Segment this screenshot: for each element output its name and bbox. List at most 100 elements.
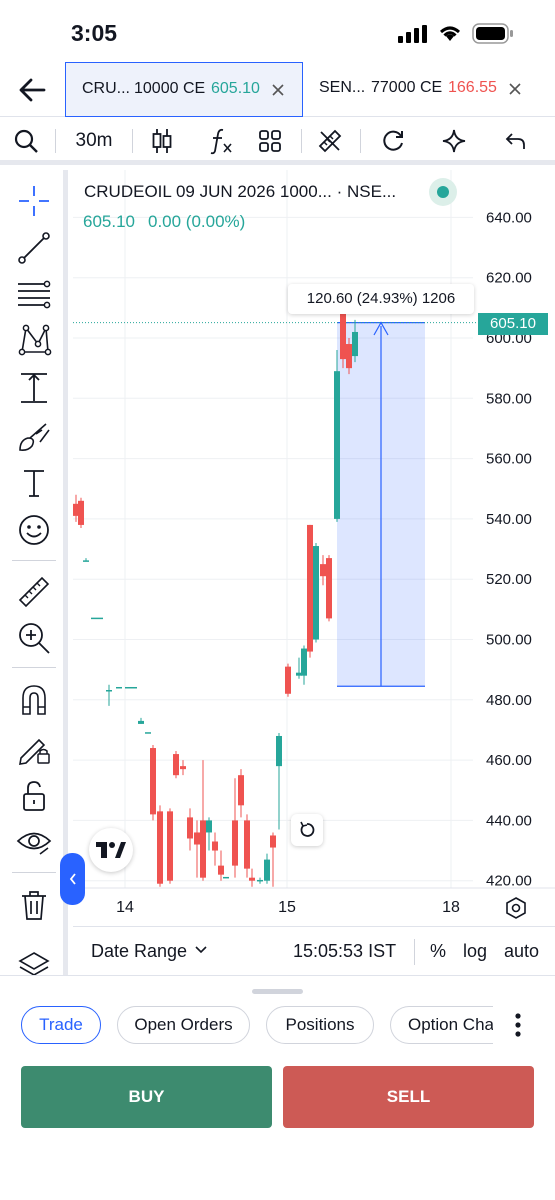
settings-icon[interactable] bbox=[504, 896, 528, 920]
chart-bottom-bar: Date Range 15:05:53 IST % log auto bbox=[73, 926, 555, 975]
text-icon[interactable] bbox=[16, 465, 52, 501]
candle-body bbox=[264, 859, 270, 881]
candle-body bbox=[244, 820, 250, 869]
market-open-dot bbox=[437, 186, 449, 198]
toolbar-divider bbox=[301, 129, 302, 153]
reset-chart-button[interactable] bbox=[291, 814, 323, 846]
tab-option-chain[interactable]: Option Cha bbox=[390, 1006, 493, 1044]
tab-sensex[interactable]: SEN... 77000 CE 166.55 bbox=[304, 62, 555, 117]
candle-body bbox=[232, 820, 238, 866]
sidebar-collapse-handle[interactable] bbox=[60, 853, 85, 905]
drawings-button[interactable] bbox=[312, 123, 348, 159]
layouts-button[interactable] bbox=[252, 123, 288, 159]
tab-symbol: SEN... bbox=[319, 79, 366, 96]
buy-button[interactable]: BUY bbox=[21, 1066, 272, 1128]
candle-body bbox=[249, 877, 255, 881]
status-bar: 3:05 bbox=[0, 0, 555, 62]
candle-body bbox=[157, 811, 163, 884]
toolbar-divider bbox=[132, 129, 133, 153]
drag-handle[interactable] bbox=[252, 989, 303, 994]
crosshair-icon[interactable] bbox=[16, 183, 52, 219]
candle-body bbox=[218, 865, 224, 875]
candle-body bbox=[180, 766, 186, 770]
percent-toggle[interactable]: % bbox=[430, 941, 446, 962]
price-axis-label: 460.00 bbox=[486, 752, 532, 769]
price-axis-label: 440.00 bbox=[486, 812, 532, 829]
tab-strike: 77000 CE bbox=[371, 79, 443, 96]
sell-button[interactable]: SELL bbox=[283, 1066, 534, 1128]
indicators-button[interactable] bbox=[203, 123, 239, 159]
candle-body bbox=[257, 879, 263, 882]
tab-positions[interactable]: Positions bbox=[266, 1006, 374, 1044]
ai-button[interactable] bbox=[436, 123, 472, 159]
toolbar-divider bbox=[360, 129, 361, 153]
candle-type-button[interactable] bbox=[144, 123, 180, 159]
interval-button[interactable]: 30m bbox=[66, 123, 122, 159]
price-change: 0.00 (0.00%) bbox=[148, 212, 246, 231]
market-status-indicator bbox=[429, 178, 457, 206]
replay-button[interactable] bbox=[375, 123, 411, 159]
trade-panel: Trade Open Orders Positions Option Cha B… bbox=[0, 975, 555, 1200]
unlock-icon[interactable] bbox=[16, 778, 52, 814]
last-price: 605.10 bbox=[83, 212, 135, 231]
auto-toggle[interactable]: auto bbox=[504, 941, 539, 962]
candle-body bbox=[223, 876, 229, 879]
trend-line-icon[interactable] bbox=[16, 230, 52, 266]
log-toggle[interactable]: log bbox=[463, 941, 487, 962]
candle-body bbox=[194, 832, 200, 845]
battery-icon bbox=[472, 23, 513, 44]
price-chart[interactable]: 640.00 620.00 600.00 580.00 560.00 540.00 520.… bbox=[73, 170, 555, 926]
candle-body bbox=[301, 648, 307, 676]
tab-trade[interactable]: Trade bbox=[21, 1006, 101, 1044]
undo-button[interactable] bbox=[497, 123, 533, 159]
tab-crudeoil[interactable]: CRU... 10000 CE 605.10 bbox=[65, 62, 303, 117]
candle-body bbox=[78, 500, 84, 525]
emoji-icon[interactable] bbox=[16, 512, 52, 548]
trash-icon[interactable] bbox=[16, 887, 52, 923]
tab-strike: 10000 CE bbox=[134, 80, 206, 97]
candle-body bbox=[285, 666, 291, 694]
current-price-tag: 605.10 bbox=[478, 313, 548, 335]
measure-icon[interactable] bbox=[16, 370, 52, 406]
date-range-button[interactable]: Date Range bbox=[91, 941, 187, 962]
price-axis-label: 500.00 bbox=[486, 632, 532, 649]
close-icon[interactable] bbox=[508, 82, 522, 96]
tab-symbol: CRU... bbox=[82, 80, 130, 97]
symbol-tabs: CRU... 10000 CE 605.10 SEN... 77000 CE 1… bbox=[0, 62, 555, 117]
sidebar-divider bbox=[12, 560, 56, 561]
zoom-in-icon[interactable] bbox=[16, 620, 52, 656]
pattern-icon[interactable] bbox=[16, 322, 52, 358]
more-menu-icon[interactable] bbox=[512, 1012, 524, 1038]
close-icon[interactable] bbox=[271, 83, 285, 97]
candle-body bbox=[270, 835, 276, 848]
signal-icon bbox=[398, 25, 427, 43]
time-axis-label: 18 bbox=[442, 899, 460, 916]
drawing-tools-sidebar bbox=[0, 170, 68, 976]
magnet-icon[interactable] bbox=[16, 682, 52, 718]
price-axis-label: 640.00 bbox=[486, 209, 532, 226]
candle-body bbox=[125, 686, 131, 689]
candle-body bbox=[131, 686, 137, 689]
candle-body bbox=[206, 820, 212, 833]
chart-toolbar: 30m bbox=[0, 117, 555, 165]
lock-pencil-icon[interactable] bbox=[16, 730, 52, 766]
grid-icon bbox=[259, 130, 281, 152]
candle-body bbox=[97, 617, 103, 620]
wifi-icon bbox=[440, 26, 460, 41]
ruler-icon[interactable] bbox=[16, 574, 52, 610]
candlestick-icon bbox=[152, 129, 172, 153]
tradingview-logo[interactable] bbox=[89, 828, 133, 872]
time-axis-label: 15 bbox=[278, 899, 296, 916]
price-axis-label: 540.00 bbox=[486, 511, 532, 528]
tab-open-orders[interactable]: Open Orders bbox=[117, 1006, 250, 1044]
eye-icon[interactable] bbox=[16, 824, 52, 860]
candle-body bbox=[167, 811, 173, 881]
candle-body bbox=[276, 735, 282, 767]
back-arrow-icon[interactable] bbox=[14, 72, 50, 108]
price-axis-label: 420.00 bbox=[486, 873, 532, 890]
fib-retracement-icon[interactable] bbox=[16, 276, 52, 312]
candle-body bbox=[106, 690, 112, 692]
candle-body bbox=[187, 817, 193, 839]
brush-icon[interactable] bbox=[16, 418, 52, 454]
search-button[interactable] bbox=[8, 123, 44, 159]
